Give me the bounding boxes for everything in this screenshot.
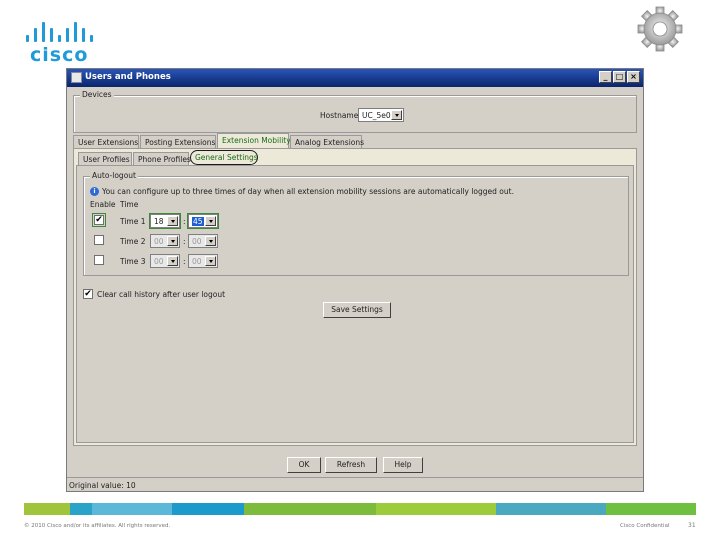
footer-strip-segment (92, 503, 172, 515)
ok-button[interactable]: OK (287, 457, 321, 473)
tab-extension-mobility[interactable]: Extension Mobility (217, 133, 291, 148)
devices-group: Devices Hostname UC_5e0 (73, 90, 637, 133)
footer-copyright: © 2010 Cisco and/or its affiliates. All … (24, 523, 171, 529)
extension-mobility-panel: User Profiles Phone Profiles General Set… (73, 148, 637, 446)
auto-logout-info: You can configure up to three times of d… (102, 187, 514, 196)
time-1-enable-checkbox[interactable]: ✔ (92, 213, 106, 227)
hostname-label: Hostname (320, 111, 359, 120)
help-button[interactable]: Help (383, 457, 423, 473)
minimize-button[interactable]: _ (599, 71, 612, 83)
time-2-minute-select[interactable]: 00 (188, 234, 218, 248)
subtab-user-profiles[interactable]: User Profiles (78, 152, 132, 165)
refresh-button[interactable]: Refresh (325, 457, 377, 473)
close-button[interactable]: × (627, 71, 640, 83)
subtab-phone-profiles[interactable]: Phone Profiles (133, 152, 191, 165)
time-separator: : (183, 217, 186, 226)
clear-call-history-checkbox[interactable]: ✔ (83, 289, 93, 299)
chevron-down-icon (205, 256, 216, 266)
chevron-down-icon (167, 216, 178, 226)
time-separator: : (183, 257, 186, 266)
chevron-down-icon (167, 236, 178, 246)
info-icon: i (90, 187, 99, 196)
cisco-logo: cisco (22, 20, 102, 66)
hostname-select[interactable]: UC_5e0 (358, 108, 404, 122)
status-text: Original value: 10 (69, 481, 136, 490)
tab-user-extensions[interactable]: User Extensions (73, 135, 139, 148)
save-settings-button[interactable]: Save Settings (323, 302, 391, 318)
chevron-down-icon (391, 110, 402, 120)
chevron-down-icon (205, 236, 216, 246)
footer-strip-segment (24, 503, 70, 515)
time-2-hour-select[interactable]: 00 (150, 234, 180, 248)
time-separator: : (183, 237, 186, 246)
time-2-enable-checkbox[interactable] (94, 235, 104, 245)
footer-color-strip (24, 503, 696, 515)
auto-logout-group: Auto-logout i You can configure up to th… (83, 171, 629, 276)
time-3-hour-select[interactable]: 00 (150, 254, 180, 268)
time-1-hour-select[interactable]: 18 (149, 213, 181, 229)
time-2-label: Time 2 (120, 237, 146, 246)
time-1-minute-select[interactable]: 45 (187, 213, 219, 229)
cisco-logo-bars (26, 20, 96, 42)
cisco-logo-text: cisco (30, 44, 89, 66)
time-3-label: Time 3 (120, 257, 146, 266)
footer-strip-segment (244, 503, 376, 515)
devices-legend: Devices (80, 90, 114, 99)
clear-call-history-label: Clear call history after user logout (97, 290, 226, 299)
chevron-down-icon (205, 216, 216, 226)
time-3-minute-select[interactable]: 00 (188, 254, 218, 268)
subtab-general-settings[interactable]: General Settings (190, 150, 258, 165)
footer-strip-segment (606, 503, 696, 515)
footer-strip-segment (172, 503, 244, 515)
time-1-label: Time 1 (120, 217, 146, 226)
footer-strip-segment (496, 503, 606, 515)
chevron-down-icon (167, 256, 178, 266)
maximize-button[interactable]: □ (613, 71, 626, 83)
window-titlebar[interactable]: Users and Phones _ □ × (67, 69, 643, 87)
status-bar: Original value: 10 (67, 477, 643, 491)
app-icon (71, 72, 82, 83)
window-title: Users and Phones (85, 72, 171, 82)
users-and-phones-window: Users and Phones _ □ × Devices Hostname … (66, 68, 644, 492)
enable-column-header: Enable (90, 200, 116, 209)
tab-analog-extensions[interactable]: Analog Extensions (290, 135, 364, 148)
time-3-enable-checkbox[interactable] (94, 255, 104, 265)
tab-posting-extensions[interactable]: Posting Extensions (140, 135, 216, 148)
gear-icon (637, 6, 683, 52)
footer-strip-segment (70, 503, 92, 515)
footer-confidential: Cisco Confidential (620, 523, 670, 529)
footer-strip-segment (376, 503, 496, 515)
auto-logout-legend: Auto-logout (90, 171, 138, 180)
page-number: 31 (688, 522, 696, 529)
hostname-value: UC_5e0 (362, 111, 391, 120)
time-column-header: Time (120, 200, 139, 209)
general-settings-panel: Auto-logout i You can configure up to th… (76, 165, 634, 443)
